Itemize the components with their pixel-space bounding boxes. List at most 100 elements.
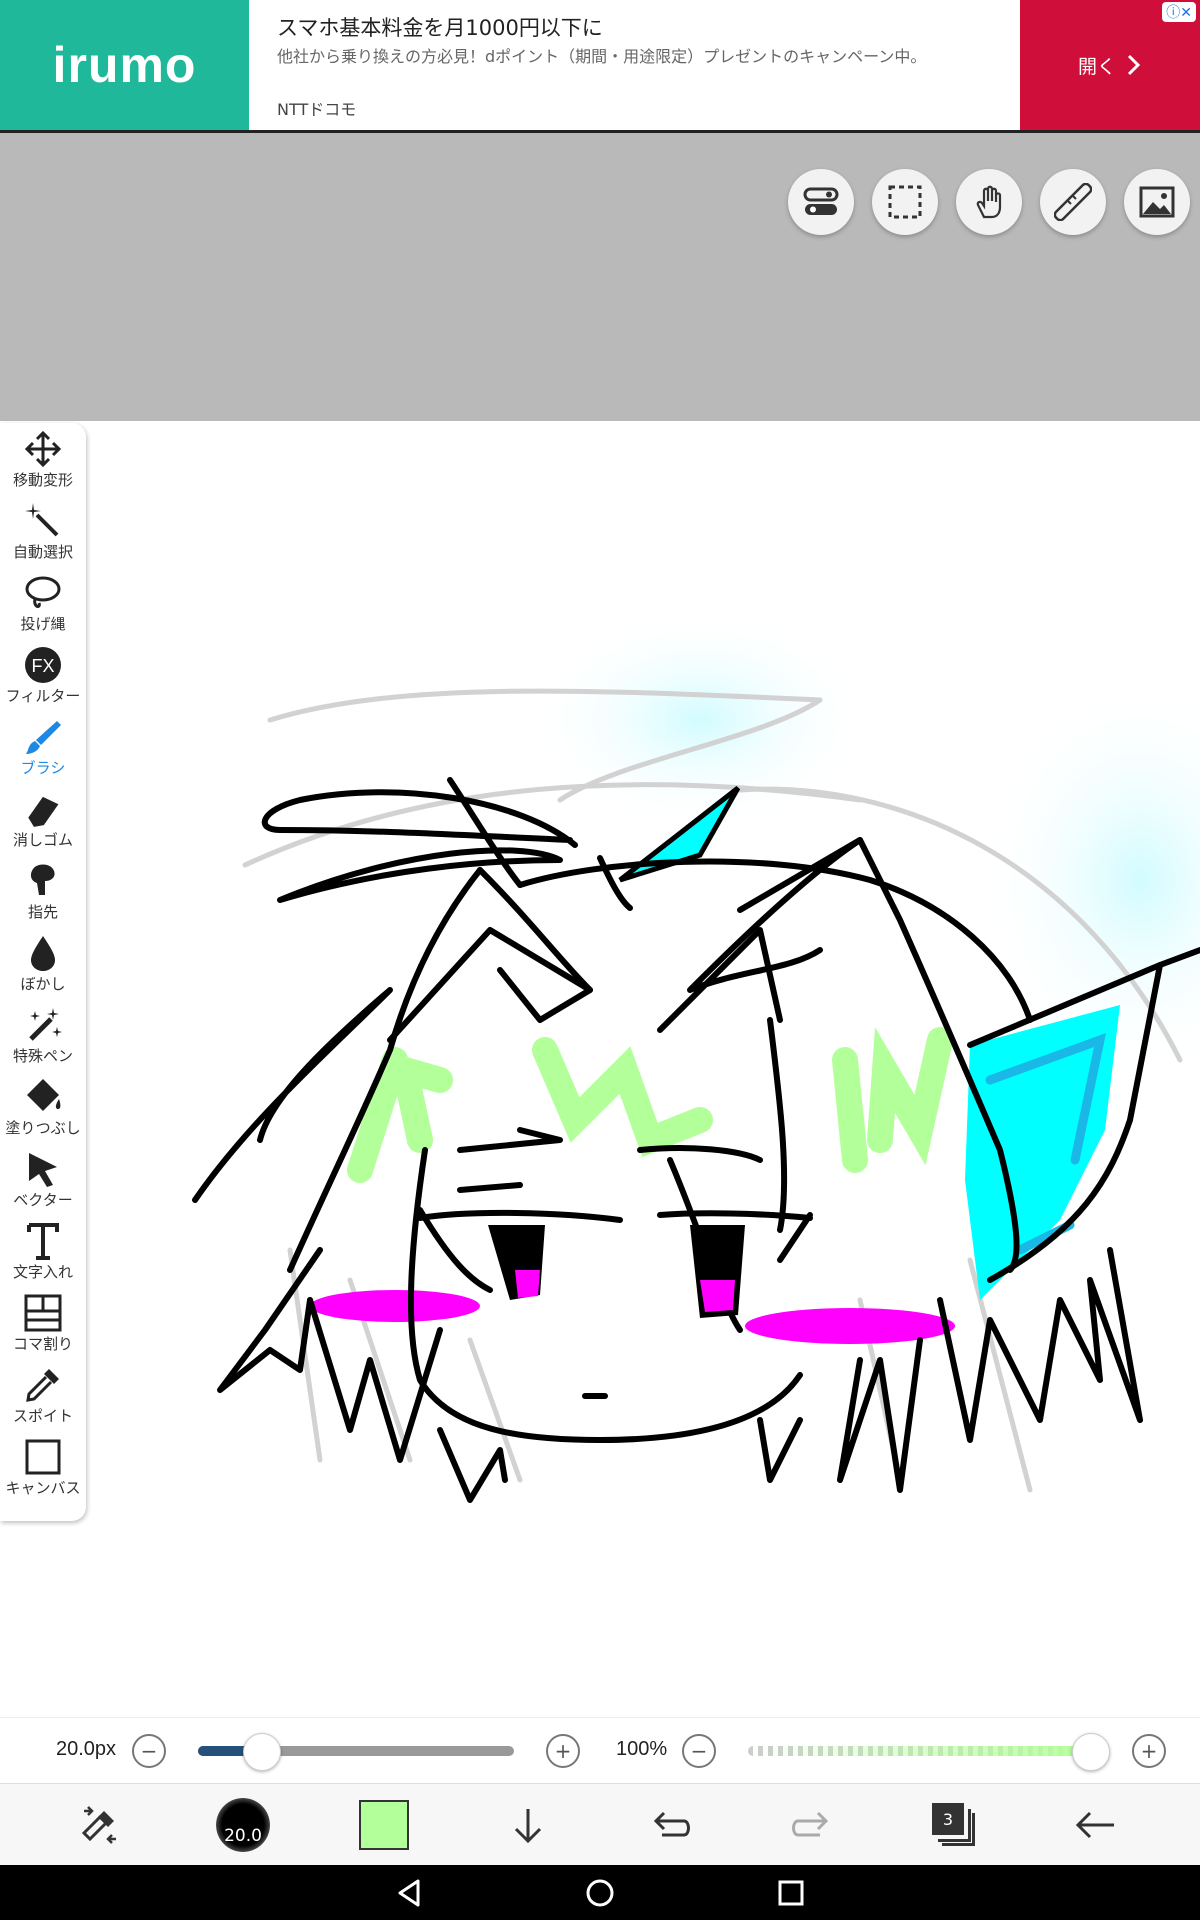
sidebar-item-finger[interactable]: 指先 bbox=[0, 855, 86, 927]
tool-sidebar: 移動変形自動選択投げ縄 FX フィルターブラシ消しゴム指先ぼかし特殊ペン塗りつぶしベ… bbox=[0, 423, 86, 1521]
opacity-slider[interactable] bbox=[748, 1733, 1110, 1771]
save-button[interactable] bbox=[478, 1784, 578, 1866]
sidebar-item-label: 指先 bbox=[27, 903, 58, 921]
swap-tool-button[interactable] bbox=[50, 1784, 150, 1866]
ad-title[interactable]: スマホ基本料金を月1000円以下に bbox=[277, 12, 603, 42]
sidebar-item-canvas[interactable]: キャンバス bbox=[0, 1431, 86, 1503]
image-icon bbox=[1139, 186, 1175, 218]
pen-eraser-swap-icon bbox=[81, 1806, 116, 1844]
color-swatch bbox=[359, 1800, 409, 1850]
ruler-button[interactable] bbox=[1040, 169, 1106, 235]
eyedropper-icon bbox=[26, 1369, 59, 1402]
layers-button[interactable]: 3 bbox=[904, 1784, 1004, 1866]
canvas-icon bbox=[25, 1439, 61, 1475]
ad-description: 他社から乗り換えの方必見！dポイント（期間・用途限定）プレゼントのキャンペーン中… bbox=[277, 47, 927, 66]
sidebar-item-eraser[interactable]: 消しゴム bbox=[0, 783, 86, 855]
sidebar-item-label: 投げ縄 bbox=[20, 615, 66, 633]
sidebar-item-move[interactable]: 移動変形 bbox=[0, 423, 86, 495]
layers-icon: 3 bbox=[932, 1803, 976, 1847]
brush-size-button[interactable]: 20.0 bbox=[193, 1784, 293, 1866]
sidebar-item-magic-wand[interactable]: 自動選択 bbox=[0, 495, 86, 567]
sidebar-item-special-pen[interactable]: 特殊ペン bbox=[0, 999, 86, 1071]
ad-info-close[interactable]: ⓘ✕ bbox=[1162, 2, 1196, 22]
undo-icon bbox=[653, 1811, 690, 1837]
sidebar-item-blur[interactable]: ぼかし bbox=[0, 927, 86, 999]
sidebar-item-text[interactable]: 文字入れ bbox=[0, 1215, 86, 1287]
back-button[interactable] bbox=[1046, 1784, 1146, 1866]
redo-button[interactable] bbox=[762, 1784, 862, 1866]
ad-logo[interactable]: irumo bbox=[0, 0, 249, 130]
sidebar-item-vector[interactable]: ベクター bbox=[0, 1143, 86, 1215]
nav-recents-icon[interactable] bbox=[776, 1878, 806, 1908]
drawing-canvas[interactable] bbox=[0, 421, 1200, 1717]
sidebar-item-eyedropper[interactable]: スポイト bbox=[0, 1359, 86, 1431]
toggle-icon bbox=[803, 187, 839, 215]
sidebar-item-label: 移動変形 bbox=[12, 471, 73, 489]
redo-icon bbox=[792, 1811, 829, 1837]
undo-button[interactable] bbox=[620, 1784, 720, 1866]
ad-open-label: 開く bbox=[1077, 55, 1116, 78]
finger-icon bbox=[30, 864, 55, 895]
nav-home-icon[interactable] bbox=[585, 1878, 615, 1908]
layer-count: 3 bbox=[932, 1803, 964, 1835]
sidebar-item-fx[interactable]: FX フィルター bbox=[0, 639, 86, 711]
vector-icon bbox=[29, 1153, 57, 1187]
sidebar-item-label: 文字入れ bbox=[12, 1263, 73, 1281]
hand-button[interactable] bbox=[956, 169, 1022, 235]
fill-icon bbox=[27, 1079, 61, 1111]
artwork-drawing bbox=[192, 610, 1200, 1503]
chevron-right-icon bbox=[1127, 54, 1141, 76]
image-button[interactable] bbox=[1124, 169, 1190, 235]
sidebar-item-label: コマ割り bbox=[12, 1335, 73, 1353]
sidebar-item-brush[interactable]: ブラシ bbox=[0, 711, 86, 783]
sidebar-item-label: 塗りつぶし bbox=[5, 1119, 81, 1137]
bottom-toolbar: 20.0 3 bbox=[0, 1783, 1200, 1866]
fx-icon: FX bbox=[25, 647, 61, 683]
move-icon bbox=[24, 430, 62, 468]
sidebar-item-label: フィルター bbox=[5, 687, 81, 705]
opacity-fill bbox=[748, 1746, 1096, 1756]
brush-size-label: 20.0 bbox=[224, 1826, 262, 1846]
size-increase-button[interactable]: + bbox=[546, 1734, 580, 1768]
minus-icon: − bbox=[140, 1739, 158, 1763]
brush-size-value: 20.0px bbox=[56, 1738, 117, 1760]
sidebar-item-label: ぼかし bbox=[20, 975, 66, 993]
selection-button[interactable] bbox=[872, 169, 938, 235]
sidebar-item-label: キャンバス bbox=[5, 1479, 81, 1497]
nav-back-icon[interactable] bbox=[394, 1878, 424, 1908]
selection-icon bbox=[888, 185, 922, 219]
sidebar-item-label: 特殊ペン bbox=[12, 1047, 73, 1065]
blur-icon bbox=[31, 936, 55, 971]
minus-icon: − bbox=[690, 1739, 708, 1763]
opacity-knob[interactable] bbox=[1072, 1733, 1110, 1771]
sidebar-item-label: ベクター bbox=[13, 1191, 73, 1209]
magic-wand-icon bbox=[25, 503, 59, 537]
special-pen-icon bbox=[29, 1008, 62, 1041]
hand-icon bbox=[976, 185, 1002, 219]
color-button[interactable] bbox=[334, 1784, 434, 1866]
panel-icon bbox=[24, 1294, 62, 1332]
sidebar-item-label: スポイト bbox=[12, 1407, 73, 1425]
sidebar-item-panel[interactable]: コマ割り bbox=[0, 1287, 86, 1359]
opacity-value: 100% bbox=[616, 1738, 668, 1760]
ad-brand: NTTドコモ bbox=[277, 100, 357, 119]
brush-size-slider[interactable] bbox=[198, 1733, 514, 1771]
opacity-increase-button[interactable]: + bbox=[1132, 1734, 1166, 1768]
sidebar-item-label: 消しゴム bbox=[12, 831, 73, 849]
opacity-decrease-button[interactable]: − bbox=[682, 1734, 716, 1768]
svg-text:FX: FX bbox=[31, 656, 54, 676]
ad-banner[interactable]: irumo スマホ基本料金を月1000円以下に 他社から乗り換えの方必見！dポイ… bbox=[0, 0, 1200, 133]
sidebar-item-fill[interactable]: 塗りつぶし bbox=[0, 1071, 86, 1143]
brush-icon bbox=[26, 721, 61, 754]
toggle-button[interactable] bbox=[788, 169, 854, 235]
brush-preview-icon: 20.0 bbox=[216, 1798, 270, 1852]
plus-icon: + bbox=[1140, 1739, 1158, 1763]
system-nav-bar bbox=[0, 1865, 1200, 1920]
sidebar-item-lasso[interactable]: 投げ縄 bbox=[0, 567, 86, 639]
brush-size-knob[interactable] bbox=[243, 1733, 282, 1771]
eraser-icon bbox=[28, 796, 59, 827]
size-decrease-button[interactable]: − bbox=[132, 1734, 166, 1768]
sidebar-item-label: ブラシ bbox=[20, 759, 66, 777]
arrow-left-icon bbox=[1075, 1811, 1114, 1839]
lasso-icon bbox=[25, 576, 61, 608]
